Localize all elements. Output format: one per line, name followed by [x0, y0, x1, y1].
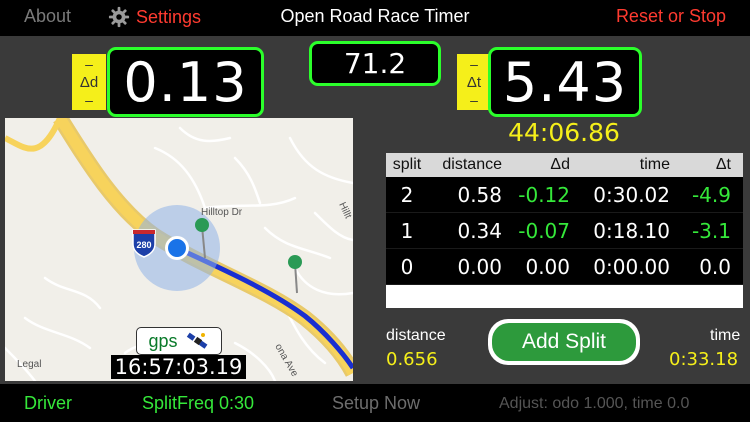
- center-readout: 71.2: [309, 41, 441, 86]
- cell-distance: 0.58: [457, 182, 502, 207]
- delta-t-display: 5.43: [488, 47, 642, 117]
- satellite-icon: [186, 332, 207, 349]
- delta-d-value: 0.13: [123, 50, 248, 114]
- cell-split: 0: [400, 254, 414, 279]
- settings-label: Settings: [136, 6, 202, 27]
- elapsed-time: 44:06.86: [508, 118, 620, 147]
- interstate-shield-icon: 280: [132, 229, 156, 258]
- delta-t-value: 5.43: [502, 50, 628, 114]
- cell-delta-d: -0.12: [518, 182, 570, 207]
- street-label-hillt: Hillt: [336, 201, 353, 221]
- splits-table: split distance Δd time Δt 2 0.58 -0.12 0…: [386, 153, 743, 308]
- adjust-button[interactable]: Adjust: odo 1.000, time 0.0: [499, 395, 689, 413]
- table-row[interactable]: 2 0.58 -0.12 0:30.02 -4.9: [386, 177, 743, 213]
- time-label: time: [710, 327, 741, 344]
- delta-t-adjust-tag[interactable]: – Δt –: [457, 54, 491, 110]
- cell-distance: 0.34: [457, 218, 502, 243]
- about-button[interactable]: About: [24, 6, 71, 27]
- setup-now-button[interactable]: Setup Now: [332, 393, 420, 414]
- cell-delta-d: -0.07: [518, 218, 570, 243]
- settings-button[interactable]: Settings: [108, 6, 201, 28]
- cell-time: 0:30.02: [593, 182, 670, 207]
- gps-status-badge: gps: [136, 327, 222, 355]
- cell-delta-t: -3.1: [691, 218, 731, 243]
- delta-d-minus-bottom[interactable]: –: [85, 92, 93, 108]
- interstate-shield-number: 280: [136, 240, 151, 250]
- top-nav-bar: About Settings Open Road Race Timer Rese…: [0, 0, 750, 36]
- distance-value: 0.656: [386, 349, 438, 370]
- location-dot-icon: [165, 236, 189, 260]
- cell-time: 0:00.00: [593, 254, 670, 279]
- cell-time: 0:18.10: [593, 218, 670, 243]
- cell-split: 1: [400, 218, 414, 243]
- gear-icon: [108, 6, 130, 28]
- header-split: split: [392, 156, 422, 173]
- delta-d-minus-top[interactable]: –: [85, 56, 93, 72]
- delta-d-adjust-tag[interactable]: – Δd –: [72, 54, 106, 110]
- street-label-ona-ave: ona Ave: [272, 342, 300, 379]
- header-delta-d: Δd: [550, 156, 570, 173]
- delta-d-tag-label: Δd: [79, 73, 99, 91]
- distance-label: distance: [386, 327, 446, 344]
- delta-d-display: 0.13: [107, 47, 264, 117]
- cell-distance: 0.00: [457, 254, 502, 279]
- cell-delta-d: 0.00: [525, 254, 570, 279]
- street-label-hilltop: Hilltop Dr: [201, 207, 243, 218]
- reset-or-stop-button[interactable]: Reset or Stop: [616, 6, 726, 27]
- cell-split: 2: [400, 182, 414, 207]
- table-row[interactable]: 0 0.00 0.00 0:00.00 0.0: [386, 249, 743, 285]
- bottom-toolbar: Driver SplitFreq 0:30 Setup Now Adjust: …: [0, 384, 750, 422]
- header-time: time: [639, 156, 670, 173]
- add-split-button[interactable]: Add Split: [488, 319, 640, 365]
- delta-t-minus-bottom[interactable]: –: [470, 92, 478, 108]
- splits-table-header: split distance Δd time Δt: [386, 153, 743, 177]
- time-value: 0:33.18: [669, 349, 739, 370]
- map-legal-link[interactable]: Legal: [17, 359, 41, 370]
- cell-delta-t: -4.9: [691, 182, 731, 207]
- header-distance: distance: [442, 156, 502, 173]
- cell-delta-t: 0.0: [699, 254, 731, 279]
- gps-label: gps: [148, 330, 178, 351]
- delta-t-minus-top[interactable]: –: [470, 56, 478, 72]
- delta-t-tag-label: Δt: [466, 73, 482, 91]
- add-split-label: Add Split: [492, 323, 636, 361]
- center-readout-value: 71.2: [343, 47, 407, 80]
- gps-clock: 16:57:03.19: [111, 355, 246, 379]
- split-frequency-button[interactable]: SplitFreq 0:30: [142, 393, 254, 414]
- driver-button[interactable]: Driver: [24, 393, 72, 414]
- header-delta-t: Δt: [715, 156, 731, 173]
- table-row[interactable]: 1 0.34 -0.07 0:18.10 -3.1: [386, 213, 743, 249]
